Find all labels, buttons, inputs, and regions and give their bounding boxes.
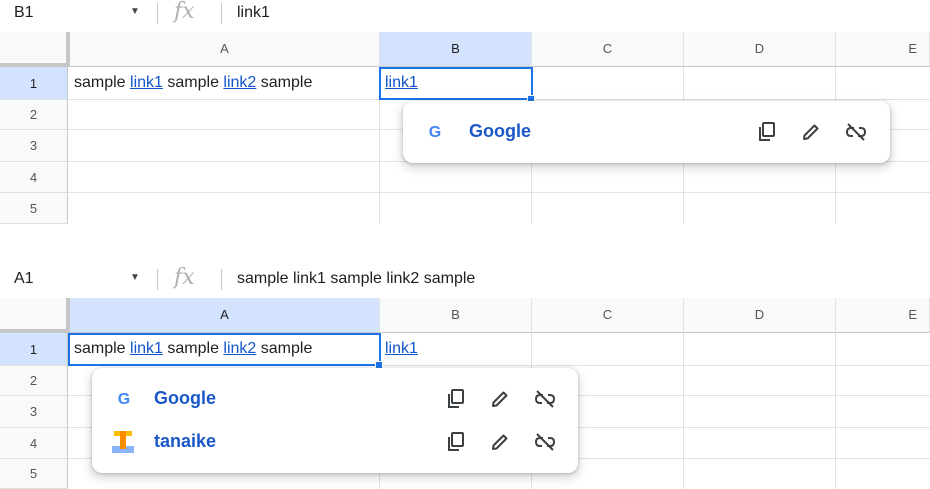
formula-input[interactable]: link1 [237, 4, 270, 22]
remove-link-icon[interactable] [533, 387, 557, 411]
row-header-5[interactable]: 5 [0, 459, 68, 489]
link-title[interactable]: tanaike [154, 431, 216, 452]
row-header-2[interactable]: 2 [0, 366, 68, 396]
formula-bar: A1 ▼ fx sample link1 sample link2 sample [0, 265, 930, 294]
name-box[interactable]: B1 [14, 4, 34, 22]
cell-text: sample [74, 74, 131, 91]
link-preview-popup: G Google tanaike [92, 368, 578, 473]
link-preview-row[interactable]: G Google [403, 112, 890, 152]
divider [157, 3, 158, 24]
name-box[interactable]: A1 [14, 270, 34, 288]
tanaike-t-logo [112, 431, 134, 453]
row-header-4[interactable]: 4 [0, 428, 68, 459]
link-preview-popup: G Google [403, 101, 890, 163]
row-header-1[interactable]: 1 [0, 333, 68, 366]
copy-link-icon[interactable] [444, 430, 468, 454]
column-header-a[interactable]: A [70, 298, 380, 333]
row-header-2[interactable]: 2 [0, 100, 68, 130]
fx-icon: fx [174, 0, 195, 24]
hyperlink[interactable]: link2 [223, 74, 256, 91]
cell-text: sample [256, 74, 313, 91]
column-header-d[interactable]: D [684, 298, 836, 333]
gridline [683, 333, 684, 489]
svg-text:G: G [118, 391, 130, 408]
copy-link-icon[interactable] [755, 120, 779, 144]
column-header-e[interactable]: E [836, 32, 930, 67]
svg-text:G: G [429, 124, 441, 141]
row-header-3[interactable]: 3 [0, 130, 68, 162]
hyperlink[interactable]: link1 [130, 74, 163, 91]
active-cell-outline [379, 67, 533, 100]
link-title[interactable]: Google [154, 388, 216, 409]
link-preview-row[interactable]: tanaike [92, 422, 578, 462]
google-g-logo: G [429, 124, 441, 141]
gridline [68, 192, 930, 193]
active-cell-outline [68, 333, 381, 366]
select-all-corner[interactable] [0, 298, 70, 333]
sheet-view-2: A1 ▼ fx sample link1 sample link2 sample… [0, 265, 930, 489]
hyperlink[interactable]: link1 [385, 340, 418, 357]
cell-b1[interactable]: link1 [385, 340, 418, 358]
caret-down-icon[interactable]: ▼ [130, 272, 140, 283]
sheet-view-1: B1 ▼ fx link1 A B C D E 1 2 3 4 5 sample… [0, 0, 930, 224]
fx-icon: fx [174, 265, 195, 290]
cell-a1[interactable]: sample link1 sample link2 sample [74, 74, 312, 92]
remove-link-icon[interactable] [844, 120, 868, 144]
copy-link-icon[interactable] [444, 387, 468, 411]
select-all-corner[interactable] [0, 32, 70, 67]
edit-link-icon[interactable] [488, 387, 512, 411]
divider [221, 3, 222, 24]
column-header-e[interactable]: E [836, 298, 930, 333]
edit-link-icon[interactable] [799, 120, 823, 144]
row-header-4[interactable]: 4 [0, 162, 68, 193]
formula-input[interactable]: sample link1 sample link2 sample [237, 270, 475, 288]
formula-bar: B1 ▼ fx link1 [0, 0, 930, 28]
column-header-c[interactable]: C [532, 298, 684, 333]
divider [221, 269, 222, 290]
caret-down-icon[interactable]: ▼ [130, 6, 140, 17]
column-header-d[interactable]: D [684, 32, 836, 67]
row-header-1[interactable]: 1 [0, 67, 68, 100]
edit-link-icon[interactable] [488, 430, 512, 454]
gridline [835, 333, 836, 489]
column-header-c[interactable]: C [532, 32, 684, 67]
column-header-a[interactable]: A [70, 32, 380, 67]
cell-text: sample [162, 74, 224, 91]
link-preview-row[interactable]: G Google [92, 379, 578, 419]
google-g-logo: G [118, 391, 130, 408]
column-header-b[interactable]: B [380, 32, 532, 67]
divider [157, 269, 158, 290]
row-header-3[interactable]: 3 [0, 396, 68, 428]
link-title[interactable]: Google [469, 121, 531, 142]
column-header-b[interactable]: B [380, 298, 532, 333]
remove-link-icon[interactable] [533, 430, 557, 454]
row-header-5[interactable]: 5 [0, 193, 68, 224]
